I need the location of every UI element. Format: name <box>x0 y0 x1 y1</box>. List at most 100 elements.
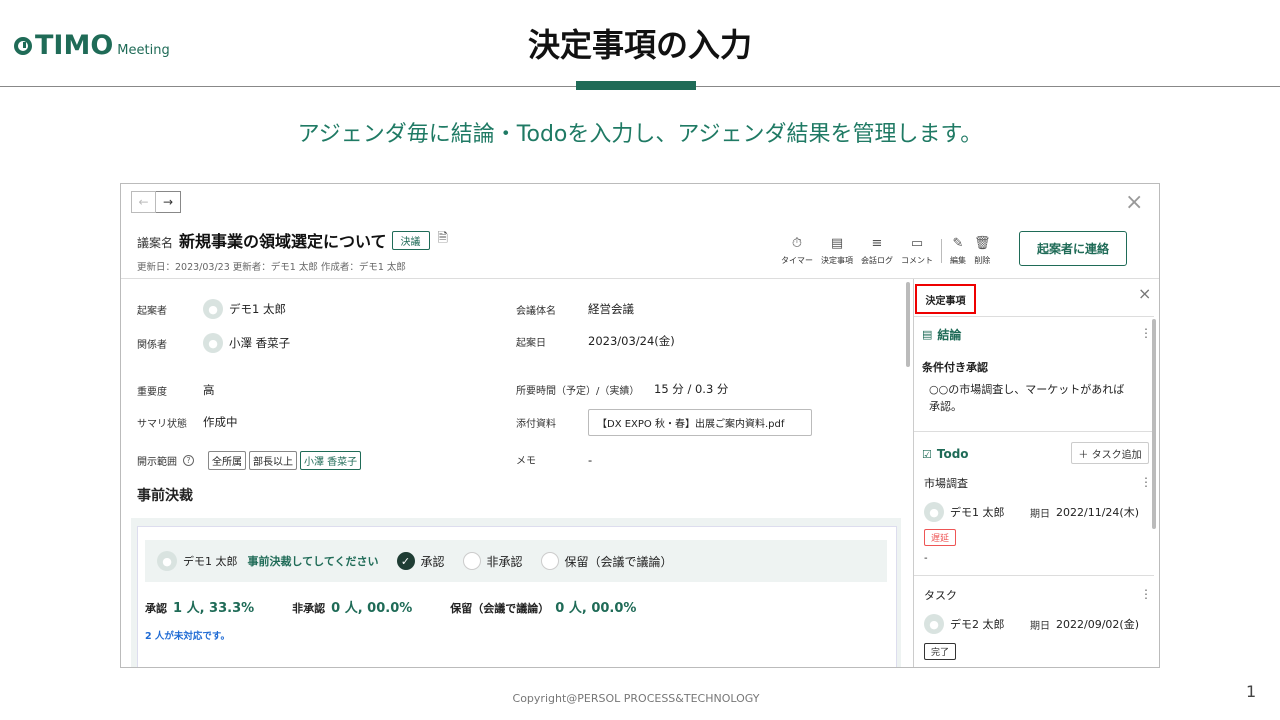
stat-value: 0 人, 00.0% <box>555 601 637 616</box>
status-badge: 完了 <box>924 643 957 660</box>
edit-icon: ✎ <box>952 236 964 251</box>
proposer-label: 起案者 <box>137 305 167 317</box>
memo-value: - <box>588 452 593 467</box>
approval-stats: 承認 1 人, 33.3% 非承認 0 人, 00.0% 保留（会議で議論） 0… <box>145 597 674 616</box>
decision-icon: ▤ <box>830 236 844 251</box>
field-meeting: 会議体名 経営会議 <box>516 301 634 317</box>
document-icon: ▤ <box>922 328 933 341</box>
task-memo: - <box>924 553 928 564</box>
more-icon[interactable]: ⋮ <box>1140 475 1152 489</box>
due-label: 期日 <box>1030 620 1050 632</box>
memo-label: メモ <box>516 456 536 467</box>
meeting-label: 会議体名 <box>516 305 556 317</box>
delete-icon: 🗑 <box>974 236 991 251</box>
title-accent-bar <box>576 81 696 90</box>
conclusion-body: 承認。 <box>929 400 962 413</box>
agenda-meta: 更新日：2023/03/23 更新者：デモ1 太郎 作成者：デモ1 太郎 <box>137 262 406 273</box>
date-label: 起案日 <box>516 337 546 349</box>
prev-agenda-button[interactable]: ← <box>131 191 156 213</box>
approval-prompt: 事前決裁してしてください <box>247 555 379 568</box>
task-name: 市場調査 <box>924 477 968 490</box>
tool-log[interactable]: ≡ 会話ログ <box>861 236 893 266</box>
status-badge: 遅延 <box>924 529 957 546</box>
checkbox-icon: ☑ <box>922 447 932 461</box>
tool-edit-label: 編集 <box>950 256 966 265</box>
radio-icon <box>540 552 559 570</box>
attachment-link[interactable]: 【DX EXPO 秋・春】出展ご案内資料.pdf <box>588 409 812 436</box>
approver-name: デモ1 太郎 <box>183 555 238 568</box>
task-assignee: デモ2 太郎 <box>950 618 1005 631</box>
avatar: ● <box>924 614 944 634</box>
tool-timer-label: タイマー <box>781 256 813 265</box>
decision-panel: 決定事項 × ▤ 結論 ⋮ 条件付き承認 ○○の市場調査し、マーケットがあれば … <box>913 279 1159 667</box>
check-icon: ✓ <box>396 552 415 570</box>
field-attachment: 添付資料 【DX EXPO 秋・春】出展ご案内資料.pdf <box>516 409 812 436</box>
main-scrollbar[interactable] <box>906 282 910 367</box>
comment-icon: ▭ <box>910 236 924 251</box>
option-approve-label: 承認 <box>420 554 445 569</box>
divider <box>914 575 1154 576</box>
option-reject-label: 非承認 <box>486 554 523 569</box>
tool-comment-label: コメント <box>901 256 933 265</box>
meeting-value: 経営会議 <box>588 302 634 316</box>
conclusion-body: ○○の市場調査し、マーケットがあれば <box>929 383 1125 396</box>
field-scope: 開示範囲 ? 全所属 部長以上 小澤 香菜子 <box>137 451 364 470</box>
tool-log-label: 会話ログ <box>861 256 893 265</box>
stat-value: 0 人, 00.0% <box>331 601 413 616</box>
panel-scrollbar[interactable] <box>1152 319 1156 529</box>
todo-title: Todo <box>936 447 969 461</box>
stat-label: 保留（会議で議論） <box>450 602 550 615</box>
tool-decision[interactable]: ▤ 決定事項 <box>821 236 853 266</box>
slide: TIMO Meeting 決定事項の入力 アジェンダ毎に結論・Todoを入力し、… <box>0 0 1280 720</box>
conclusion-section: ▤ 結論 <box>922 326 961 343</box>
agenda-name: 新規事業の領域選定について <box>179 232 387 251</box>
time-value: 15 分 / 0.3 分 <box>654 382 729 396</box>
add-task-button[interactable]: ＋ タスク追加 <box>1071 442 1149 464</box>
related-value: 小澤 香菜子 <box>229 336 291 350</box>
agenda-toolbar: ⏱ タイマー ▤ 決定事項 ≡ 会話ログ ▭ コメント ✎ 編集 🗑 削除 <box>777 236 995 266</box>
next-agenda-button[interactable]: → <box>156 191 181 213</box>
avatar: ● <box>924 502 944 522</box>
option-hold[interactable]: 保留（会議で議論） <box>540 552 673 570</box>
field-importance: 重要度 高 <box>137 382 215 398</box>
attachment-label: 添付資料 <box>516 419 556 430</box>
field-related: 関係者 ● 小澤 香菜子 <box>137 333 290 353</box>
contact-proposer-button[interactable]: 起案者に連絡 <box>1019 231 1127 266</box>
avatar: ● <box>203 299 223 319</box>
scope-tag: 部長以上 <box>249 451 297 470</box>
task-name: タスク <box>924 589 957 602</box>
more-icon[interactable]: ⋮ <box>1140 587 1152 601</box>
stat-label: 承認 <box>145 602 167 615</box>
task-assignee-row: ● デモ1 太郎 期日 2022/11/24(木) <box>924 502 1139 522</box>
toolbar-separator <box>941 239 942 263</box>
conclusion-title: 結論 <box>937 328 962 342</box>
tool-timer[interactable]: ⏱ タイマー <box>781 236 813 266</box>
more-icon[interactable]: ⋮ <box>1140 326 1152 340</box>
option-reject[interactable]: 非承認 <box>462 552 523 570</box>
option-approve[interactable]: ✓ 承認 <box>396 552 445 570</box>
importance-label: 重要度 <box>137 386 167 398</box>
close-icon[interactable]: × <box>1138 284 1151 303</box>
field-time: 所要時間（予定）/（実績） 15 分 / 0.3 分 <box>516 381 728 397</box>
task-assignee-row: ● デモ2 太郎 期日 2022/09/02(金) <box>924 614 1139 634</box>
summary-value: 作成中 <box>203 415 238 429</box>
scope-tag: 小澤 香菜子 <box>300 451 362 470</box>
date-value: 2023/03/24(金) <box>588 334 675 348</box>
tool-edit[interactable]: ✎ 編集 <box>950 236 966 266</box>
timer-off-icon: ⏱ <box>791 236 803 251</box>
tool-delete-label: 削除 <box>974 256 991 265</box>
app-screenshot: ← → × 議案名 新規事業の領域選定について 決議 🗎 更新日：2023/03… <box>120 183 1160 668</box>
agenda-label: 議案名 <box>137 236 174 250</box>
close-icon[interactable]: × <box>1125 190 1143 215</box>
due-label: 期日 <box>1030 508 1050 520</box>
document-icon[interactable]: 🗎 <box>438 229 448 251</box>
tool-comment[interactable]: ▭ コメント <box>901 236 933 266</box>
todo-section: ☑ Todo <box>922 447 969 461</box>
divider <box>914 431 1154 432</box>
conclusion-head: 条件付き承認 <box>922 361 988 374</box>
help-icon[interactable]: ? <box>183 455 194 466</box>
tool-delete[interactable]: 🗑 削除 <box>974 236 991 266</box>
pending-notice[interactable]: 2 人が未対応です。 <box>145 628 230 642</box>
task-due: 2022/09/02(金) <box>1056 618 1139 631</box>
agenda-type-badge: 決議 <box>391 230 430 250</box>
